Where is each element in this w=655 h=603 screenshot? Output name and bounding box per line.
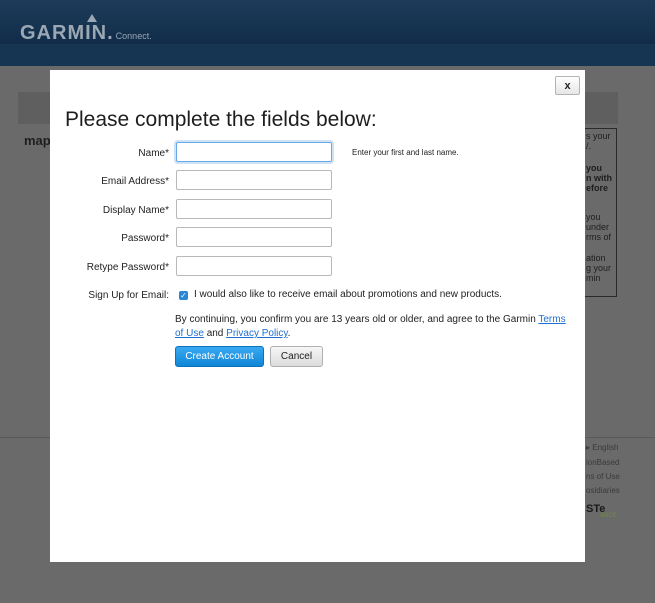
consent-prefix: By continuing, you confirm you are 13 ye… — [175, 314, 536, 325]
retype-password-field[interactable] — [176, 256, 332, 276]
background-footer-link: ▸ English — [586, 443, 619, 452]
background-footer-logo-sub: ANCE — [600, 513, 617, 519]
display-name-field[interactable] — [176, 199, 332, 219]
email-field[interactable] — [176, 170, 332, 190]
consent-suffix: . — [287, 328, 291, 339]
name-label: Name* — [138, 148, 169, 159]
close-button[interactable]: x — [555, 76, 580, 95]
background-right-line: n with — [586, 173, 612, 183]
logo-sub: Connect. — [115, 31, 152, 41]
background-right-line: you — [586, 163, 603, 173]
password-label: Password* — [121, 233, 169, 244]
checkmark-icon: ✓ — [180, 291, 187, 300]
background-footer-link: ns of Use — [586, 472, 620, 481]
background-footer-link: ionBased — [586, 458, 620, 467]
background-right-line: g your — [586, 263, 612, 273]
consent-and: and — [206, 328, 224, 339]
background-right-line: rms of — [586, 232, 612, 242]
email-signup-checkbox[interactable]: ✓ — [179, 291, 188, 300]
background-right-line: you — [586, 212, 601, 222]
background-left-text: map — [24, 133, 51, 148]
cancel-button[interactable]: Cancel — [270, 346, 323, 367]
create-account-button[interactable]: Create Account — [175, 346, 264, 367]
header-band — [0, 44, 655, 66]
background-right-line: efore — [586, 183, 609, 193]
background-right-line: /. — [586, 141, 592, 151]
name-hint: Enter your first and last name. — [352, 148, 459, 157]
background-footer-link: osidiaries — [586, 486, 620, 495]
background-right-line: s your — [586, 131, 611, 141]
email-signup-text: I would also like to receive email about… — [194, 289, 502, 300]
logo-triangle-icon — [87, 14, 97, 22]
retype-password-label: Retype Password* — [86, 262, 169, 273]
logo-text: GARMIN. — [20, 22, 114, 44]
password-field[interactable] — [176, 227, 332, 247]
modal-title: Please complete the fields below: — [65, 108, 377, 131]
signup-label: Sign Up for Email: — [88, 290, 169, 301]
email-label: Email Address* — [101, 176, 169, 187]
background-header: GARMIN. Connect. — [0, 0, 655, 66]
background-right-line: ation — [586, 253, 606, 263]
background-right-line: min — [586, 273, 601, 283]
registration-modal: x Please complete the fields below: Name… — [50, 70, 585, 562]
consent-text: By continuing, you confirm you are 13 ye… — [175, 313, 575, 341]
display-name-label: Display Name* — [102, 205, 169, 216]
name-field[interactable] — [176, 142, 332, 162]
privacy-policy-link[interactable]: Privacy Policy — [226, 328, 288, 339]
garmin-logo: GARMIN. Connect. — [20, 14, 152, 45]
background-right-line: under — [586, 222, 610, 232]
